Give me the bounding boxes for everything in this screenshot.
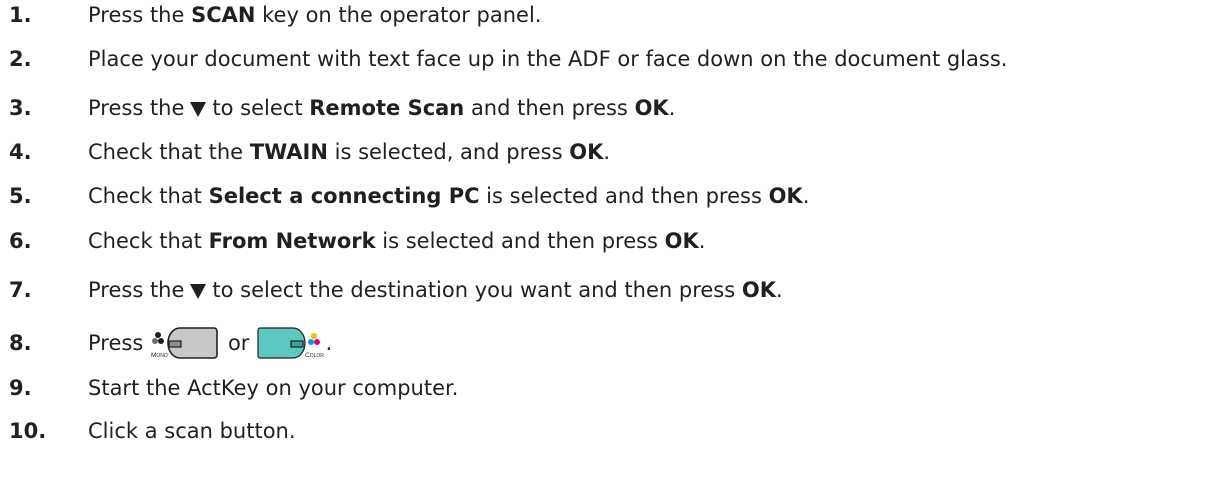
step-text: Press the to select the destination you … bbox=[88, 278, 783, 302]
text-segment: . bbox=[802, 184, 810, 208]
step-text: Press Mono or Color . bbox=[88, 324, 332, 362]
svg-text:Mono: Mono bbox=[151, 352, 168, 359]
mono-button-icon: Mono bbox=[150, 324, 220, 362]
text-segment: is selected and then press bbox=[479, 184, 769, 208]
menu-option: Remote Scan bbox=[309, 96, 465, 120]
menu-option: Select a connecting PC bbox=[208, 184, 480, 208]
text-segment: or bbox=[227, 331, 250, 355]
text-segment: . bbox=[603, 140, 611, 164]
step-number: 4. bbox=[9, 140, 32, 164]
text-segment: . bbox=[325, 331, 333, 355]
text-segment: Press bbox=[88, 331, 150, 355]
menu-option: From Network bbox=[208, 229, 376, 253]
step-text: Check that Select a connecting PC is sel… bbox=[88, 184, 809, 208]
key-name: OK bbox=[569, 140, 604, 164]
text-segment: is selected, and press bbox=[327, 140, 570, 164]
step-number: 2. bbox=[9, 47, 32, 71]
text-segment: . bbox=[668, 96, 676, 120]
text-segment: Check that bbox=[88, 229, 209, 253]
text-segment: Check that bbox=[88, 184, 209, 208]
step-number: 1. bbox=[9, 3, 32, 27]
step-text: Press the SCAN key on the operator panel… bbox=[88, 3, 541, 27]
down-triangle-icon bbox=[190, 101, 207, 117]
text-segment: . bbox=[698, 229, 706, 253]
step-number: 3. bbox=[9, 96, 32, 120]
step-number: 6. bbox=[9, 229, 32, 253]
text-segment: Press the bbox=[88, 96, 185, 120]
key-name: OK bbox=[634, 96, 669, 120]
instruction-steps: 1. Press the SCAN key on the operator pa… bbox=[0, 0, 1231, 500]
text-segment: . bbox=[776, 278, 783, 302]
down-triangle-icon bbox=[190, 283, 207, 299]
menu-option: TWAIN bbox=[249, 140, 328, 164]
key-name: OK bbox=[664, 229, 699, 253]
text-segment: to select bbox=[212, 96, 310, 120]
step-text: Check that From Network is selected and … bbox=[88, 229, 705, 253]
text-segment: Press the bbox=[88, 3, 192, 27]
step-number: 7. bbox=[9, 278, 32, 302]
key-name: OK bbox=[768, 184, 803, 208]
step-number: 10. bbox=[9, 419, 47, 443]
text-segment: key on the operator panel. bbox=[255, 3, 542, 27]
text-segment: is selected and then press bbox=[375, 229, 665, 253]
step-number: 8. bbox=[9, 331, 32, 355]
step-text: Check that the TWAIN is selected, and pr… bbox=[88, 140, 610, 164]
text-segment: Check that the bbox=[88, 140, 250, 164]
text-segment: Press the bbox=[88, 278, 185, 302]
key-name: OK bbox=[741, 278, 776, 302]
step-text: Place your document with text face up in… bbox=[88, 47, 1008, 71]
step-text: Press the to select Remote Scan and then… bbox=[88, 96, 675, 120]
step-number: 5. bbox=[9, 184, 32, 208]
text-segment: and then press bbox=[464, 96, 635, 120]
text-segment: to select the destination you want and t… bbox=[212, 278, 742, 302]
key-name: SCAN bbox=[191, 3, 256, 27]
color-button-icon: Color bbox=[257, 324, 325, 362]
step-number: 9. bbox=[9, 376, 32, 400]
step-text: Start the ActKey on your computer. bbox=[88, 376, 459, 400]
svg-text:Color: Color bbox=[305, 352, 324, 359]
step-text: Click a scan button. bbox=[88, 419, 296, 443]
